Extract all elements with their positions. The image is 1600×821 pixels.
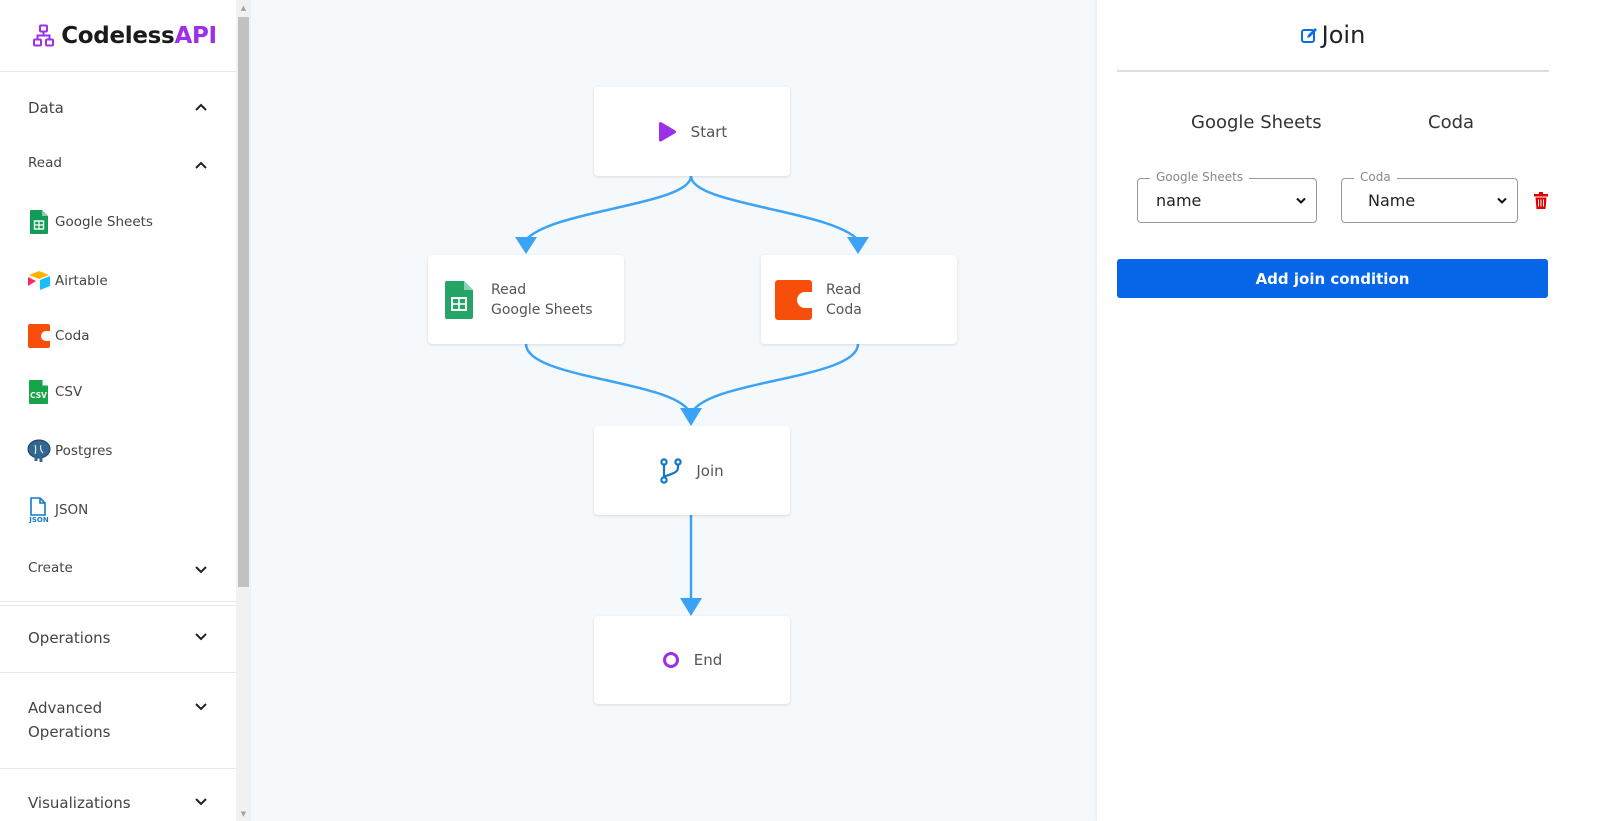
subsection-create[interactable]: Create xyxy=(0,539,236,597)
section-title: Data xyxy=(28,99,64,117)
node-label: Start xyxy=(690,122,728,141)
chevron-down-icon xyxy=(195,798,207,806)
sidebar-section-operations[interactable]: Operations xyxy=(0,601,236,673)
section-toggle-visualizations[interactable]: Visualizations xyxy=(0,769,236,815)
section-toggle-advanced-operations[interactable]: Advanced Operations xyxy=(0,673,236,744)
add-join-condition-button[interactable]: Add join condition xyxy=(1117,259,1548,298)
airtable-icon xyxy=(27,269,51,293)
left-field-select[interactable]: Google Sheets name xyxy=(1137,170,1317,223)
svg-text:CSV: CSV xyxy=(30,391,47,400)
edge-start-to-coda[interactable] xyxy=(689,175,859,241)
edge-arrow xyxy=(680,408,702,426)
chevron-down-icon xyxy=(195,633,207,641)
coda-icon xyxy=(775,279,812,320)
right-field-select[interactable]: Coda Name xyxy=(1341,170,1518,223)
sidebar: CodelessAPI Data Read Google Sheets Airt… xyxy=(0,0,236,821)
edge-arrow xyxy=(680,598,702,616)
edge-sheets-to-join[interactable] xyxy=(524,343,693,416)
node-label: End xyxy=(693,651,723,669)
chevron-down-icon xyxy=(1296,197,1306,204)
scroll-down-arrow-icon[interactable]: ▼ xyxy=(236,806,251,821)
item-label: CSV xyxy=(55,383,83,400)
node-join[interactable]: Join xyxy=(594,426,790,515)
svg-text:JSON: JSON xyxy=(28,516,49,523)
edit-icon[interactable] xyxy=(1300,27,1318,44)
section-title: Advanced Operations xyxy=(28,699,111,741)
left-field-value: name xyxy=(1156,191,1202,210)
flow-canvas[interactable]: Start Read Google Sheets Read Coda Join … xyxy=(251,0,1097,821)
node-read-coda[interactable]: Read Coda xyxy=(761,255,957,344)
node-label-bottom: Coda xyxy=(826,301,862,318)
item-label: Airtable xyxy=(55,272,108,289)
subsection-title: Create xyxy=(28,560,73,576)
section-toggle-operations[interactable]: Operations xyxy=(0,602,236,650)
google-sheets-icon xyxy=(445,280,473,319)
edge-arrow xyxy=(847,237,869,254)
sidebar-item-postgres[interactable]: Postgres xyxy=(0,421,236,480)
node-label-top: Read xyxy=(491,281,527,298)
app: CodelessAPI Data Read Google Sheets Airt… xyxy=(0,0,1600,821)
postgres-icon xyxy=(27,439,51,463)
node-read-google-sheets[interactable]: Read Google Sheets xyxy=(428,255,624,344)
chevron-down-icon xyxy=(1497,197,1507,204)
sidebar-item-google-sheets[interactable]: Google Sheets xyxy=(0,192,236,251)
node-label-top: Read xyxy=(826,281,862,298)
node-label: Join xyxy=(696,461,724,480)
node-text: Read Coda xyxy=(826,280,862,320)
branch-icon xyxy=(660,457,683,484)
edge-start-to-sheets[interactable] xyxy=(525,175,693,241)
edge-arrow xyxy=(515,237,537,254)
chevron-up-icon xyxy=(195,103,207,111)
sidebar-scrollbar[interactable]: ▲ ▼ xyxy=(236,0,251,821)
chevron-down-icon xyxy=(195,703,207,711)
node-start[interactable]: Start xyxy=(594,87,790,176)
google-sheets-icon xyxy=(27,209,51,234)
section-title: Operations xyxy=(28,629,111,647)
right-source-heading: Coda xyxy=(1428,112,1475,133)
left-field-dropdown[interactable]: name xyxy=(1138,179,1316,222)
sidebar-item-csv[interactable]: CSV CSV xyxy=(0,362,236,421)
section-header-data[interactable] xyxy=(0,0,236,94)
csv-icon: CSV xyxy=(27,379,51,404)
item-label: Google Sheets xyxy=(55,213,153,230)
play-icon xyxy=(658,121,676,142)
delete-condition-trash-icon[interactable] xyxy=(1534,192,1548,209)
chevron-down-icon xyxy=(195,566,207,574)
edge-coda-to-join[interactable] xyxy=(689,343,860,416)
subsection-title: Read xyxy=(28,155,62,171)
node-label-bottom: Google Sheets xyxy=(491,301,593,318)
json-icon: JSON xyxy=(27,496,51,523)
item-label: Postgres xyxy=(55,442,113,459)
left-source-heading: Google Sheets xyxy=(1191,112,1322,133)
chevron-up-icon xyxy=(195,161,207,169)
circle-icon xyxy=(662,652,679,668)
sidebar-section-advanced-operations[interactable]: Advanced Operations xyxy=(0,673,236,769)
sidebar-item-airtable[interactable]: Airtable xyxy=(0,251,236,310)
item-label: Coda xyxy=(55,328,90,344)
node-end[interactable]: End xyxy=(594,616,790,704)
sidebar-section-visualizations[interactable]: Visualizations xyxy=(0,769,236,821)
right-field-value: Name xyxy=(1368,191,1416,210)
subsection-read[interactable]: Read xyxy=(0,134,236,192)
sidebar-item-json[interactable]: JSON JSON xyxy=(0,480,236,539)
panel-header: Join xyxy=(1117,0,1549,72)
coda-icon xyxy=(27,324,51,348)
node-text: Read Google Sheets xyxy=(491,280,593,320)
properties-panel: Join Google Sheets Coda xyxy=(1097,0,1600,821)
scroll-up-arrow-icon[interactable]: ▲ xyxy=(236,0,251,15)
sidebar-section-data: Data Read Google Sheets Airtable Coda CS… xyxy=(0,76,236,606)
right-field-dropdown[interactable]: Name xyxy=(1342,179,1517,222)
panel-title: Join xyxy=(1321,21,1366,49)
sidebar-item-coda[interactable]: Coda xyxy=(0,310,236,362)
section-title: Visualizations xyxy=(28,794,131,812)
item-label: JSON xyxy=(55,501,89,518)
scrollbar-thumb[interactable] xyxy=(238,17,249,587)
